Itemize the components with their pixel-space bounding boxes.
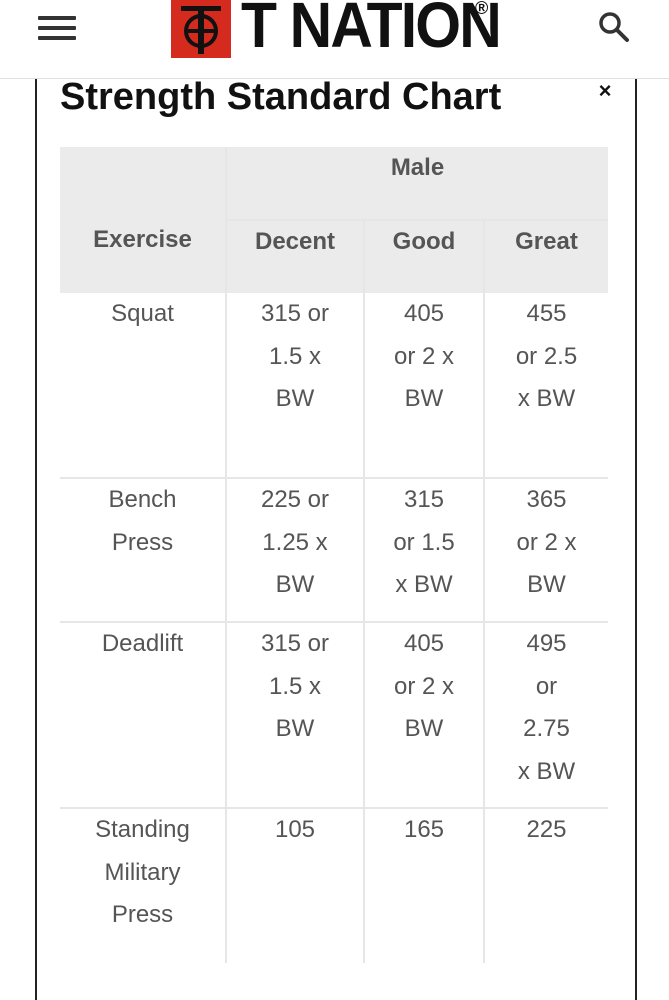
table-cell-great: 455 or 2.5 x BW [483,293,608,477]
strength-standards-table: Male Exercise Decent Good Great Squat 315… [60,147,608,963]
table-cell-good: 165 [363,807,483,963]
table-cell-great: 495 or 2.75 x BW [483,621,608,807]
cell-text-line: 225 [526,816,567,843]
cell-text-line: BW [275,571,315,598]
cell-text-line: 2.75 [523,715,570,742]
cell-text-line: Squat [111,300,174,327]
cell-text-line: or 2.5 [515,342,578,370]
cell-text-line: 1.5 x [268,342,322,370]
cell-text-line: 1.25 x [262,528,328,556]
table-cell-good: 405 or 2 x BW [363,293,483,477]
cell-text-line: 315 or [260,630,330,657]
table-cell-exercise: Bench Press [60,477,225,621]
cell-text-line: Press [111,901,174,928]
cell-text-line: 315 [403,486,445,513]
table-cell-decent: 315 or 1.5 x BW [225,621,363,807]
cell-text-line: BW [527,571,566,598]
hamburger-menu-icon[interactable] [38,14,78,42]
cell-text-line: Deadlift [101,630,184,657]
cell-text-line: x BW [395,571,453,598]
table-header-blank [60,147,225,219]
table-cell-good: 405 or 2 x BW [363,621,483,807]
cell-text-line: 315 or [260,300,330,327]
strength-chart-modal: Strength Standard Chart × Male Exercise … [35,76,637,1000]
cell-text-line: 405 [403,630,445,657]
cell-text-line: 495 [526,630,567,657]
table-cell-great: 225 [483,807,608,963]
table-cell-exercise: Deadlift [60,621,225,807]
cell-text-line: 455 [526,300,567,327]
table-row: Bench Press 225 or 1.25 x BW 315 or 1.5 x BW 365… [60,477,608,621]
cell-text-line: 165 [403,816,445,843]
table-cell-decent: 105 [225,807,363,963]
table-cell-decent: 225 or 1.25 x BW [225,477,363,621]
logo-mark-icon [171,0,231,58]
cell-text-line: Bench [108,486,177,513]
table-header-good: Good [363,219,483,293]
cell-text-line: 365 [526,486,567,513]
cell-text-line: or 2 x [516,528,577,556]
table-cell-great: 365 or 2 x BW [483,477,608,621]
table-cell-good: 315 or 1.5 x BW [363,477,483,621]
table-header-male: Male [225,147,608,219]
cell-text-line: or 2 x [393,672,455,700]
modal-title: Strength Standard Chart [60,76,502,118]
cell-text-line: Press [111,528,174,556]
cell-text-line: 1.5 x [268,672,322,700]
logo-wordmark: T NATION [241,0,502,61]
table-row: Squat 315 or 1.5 x BW 405 or 2 x BW 455 or 2.5 x … [60,293,608,477]
cell-text-line: BW [275,385,315,412]
cell-text-line: 105 [274,816,316,843]
close-button[interactable]: × [593,79,617,103]
table-cell-exercise: Squat [60,293,225,477]
cell-text-line: or 2 x [393,342,455,370]
table-header-decent: Decent [225,219,363,293]
cell-text-line: or 1.5 [393,528,455,556]
cell-text-line: or [535,672,558,700]
table-cell-exercise: Standing Military Press [60,807,225,963]
cell-text-line: x BW [517,757,576,785]
cell-text-line: Standing [95,816,190,843]
cell-text-line: Military [104,858,181,886]
search-icon[interactable] [597,10,631,44]
cell-text-line: BW [275,715,315,742]
table-row: Deadlift 315 or 1.5 x BW 405 or 2 x BW 495 or 2.7… [60,621,608,807]
registered-mark: ® [475,0,489,18]
table-header-great: Great [483,219,608,293]
table-header-exercise: Exercise [60,219,225,293]
table-row: Standing Military Press 105 165 225 [60,807,608,963]
cell-text-line: BW [404,385,444,412]
cell-text-line: x BW [517,385,576,412]
table-cell-decent: 315 or 1.5 x BW [225,293,363,477]
site-logo[interactable]: T NATION [171,0,522,58]
cell-text-line: BW [404,715,444,742]
cell-text-line: 225 or [260,486,330,513]
table-body: Squat 315 or 1.5 x BW 405 or 2 x BW 455 or 2.5 x … [60,293,608,963]
cell-text-line: 405 [403,300,445,327]
site-header: T NATION ® [0,0,669,79]
page: T NATION ® Strength Standard Chart × Mal… [0,0,669,1000]
